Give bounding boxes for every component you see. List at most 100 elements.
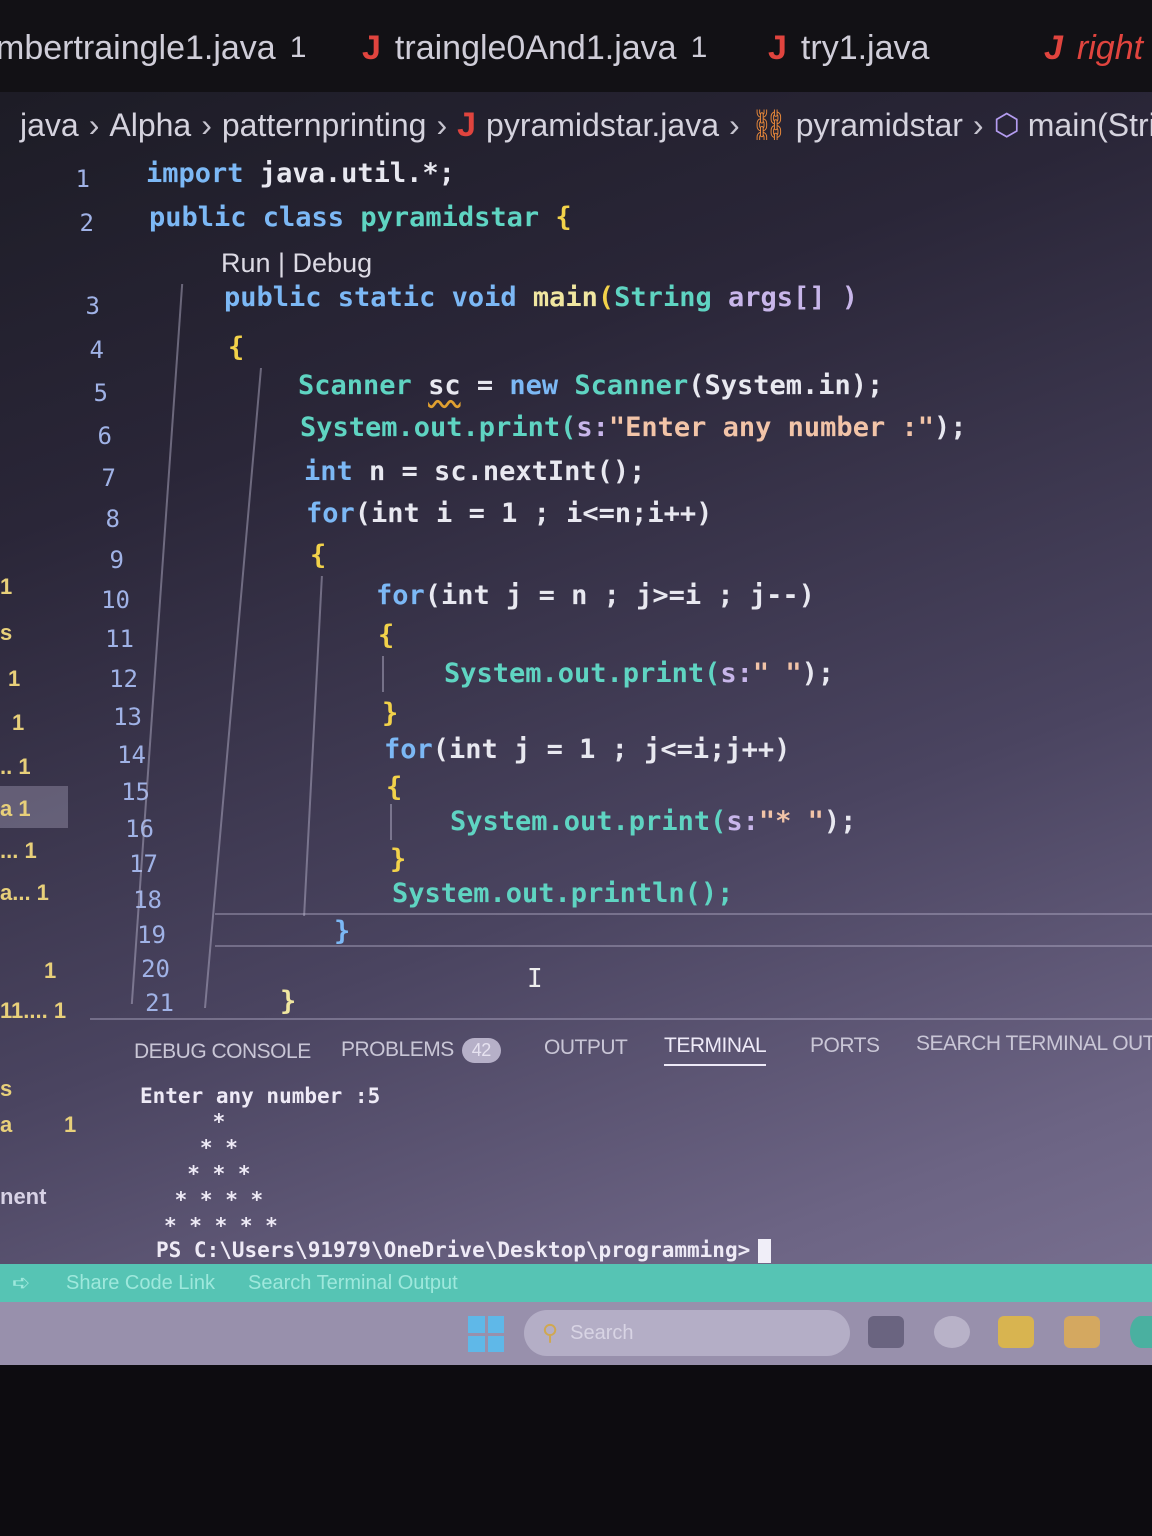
line-number: 4 (89, 336, 104, 364)
terminal-cursor (758, 1239, 772, 1263)
panel-tab-debug-console[interactable]: DEBUG CONSOLE (134, 1040, 311, 1064)
windows-start-icon[interactable] (468, 1316, 504, 1352)
search-terminal-output-link[interactable]: Search Terminal Output (248, 1272, 458, 1295)
class-icon: ⛓ (749, 108, 788, 142)
code-line-2: public class pyramidstar { (149, 202, 572, 233)
panel-tab-terminal[interactable]: TERMINAL (664, 1034, 767, 1066)
string: "* " (758, 806, 824, 837)
method-cube-icon: ⬡ (993, 108, 1020, 142)
sidebar-item[interactable]: s (0, 1076, 12, 1102)
prompt-path: PS C:\Users\91979\OneDrive\Desktop\progr… (156, 1238, 751, 1262)
breadcrumb-item[interactable]: Alpha (109, 107, 191, 144)
breadcrumb-item[interactable]: java (20, 107, 79, 144)
code-line-15: { (386, 772, 403, 803)
status-bar: ➪ Share Code Link Search Terminal Output (0, 1264, 1152, 1302)
line-number: 2 (79, 209, 94, 237)
terminal-output-line: * (162, 1110, 226, 1134)
class-name: pyramidstar (360, 202, 540, 233)
taskbar-search[interactable]: ⚲ Search (524, 1310, 850, 1356)
line-number: 15 (121, 778, 150, 806)
code-text: (int j = 1 ; j<=i;j++) (432, 734, 791, 765)
code-line-5: Scanner sc = new Scanner(System.in); (298, 370, 883, 401)
keyword: public static void (224, 282, 517, 313)
panel-tab-search-terminal-output[interactable]: SEARCH TERMINAL OUTP (916, 1032, 1152, 1056)
paren: ) (825, 282, 859, 313)
terminal-output-line: Enter any number :5 (140, 1084, 381, 1108)
tab-problem-count: 1 (289, 31, 307, 64)
breadcrumb-item[interactable]: main(Stri (1028, 107, 1152, 144)
keyword: for (306, 498, 355, 529)
type: Scanner (574, 370, 689, 401)
terminal-prompt[interactable]: PS C:\Users\91979\OneDrive\Desktop\progr… (156, 1238, 772, 1263)
line-number: 20 (141, 955, 170, 983)
tab-label: try1.java (800, 28, 930, 67)
search-icon: ⚲ (542, 1320, 559, 1345)
code-editor[interactable]: 1 2 3 4 5 6 7 8 9 10 11 12 13 14 15 16 1… (0, 156, 1152, 1018)
tab-problem-count: 1 (690, 31, 708, 64)
sidebar-item[interactable]: nent (0, 1184, 46, 1210)
breadcrumb-item[interactable]: patternprinting (222, 107, 427, 144)
mouse-ibeam-cursor: I (527, 964, 543, 994)
method-name: main (532, 282, 598, 313)
file-explorer-icon[interactable] (998, 1316, 1034, 1348)
code-line-12: System.out.print(s:" "); (444, 658, 834, 689)
share-code-link[interactable]: Share Code Link (66, 1272, 215, 1295)
line-number: 7 (101, 464, 116, 492)
keyword: for (384, 734, 433, 765)
terminal-output-line: * * * * (162, 1188, 264, 1212)
indent-guide (382, 656, 384, 692)
line-number: 19 (137, 921, 166, 949)
param-hint: s: (726, 806, 759, 837)
tab-try1[interactable]: J try1.java (768, 22, 929, 74)
code-text: n = sc.nextInt(); (352, 456, 646, 487)
chevron-right-icon: › (972, 106, 984, 143)
code-line-14: for(int j = 1 ; j<=i;j++) (384, 734, 790, 765)
line-number: 8 (105, 505, 120, 533)
panel-tab-output[interactable]: OUTPUT (544, 1036, 628, 1060)
code-line-16: System.out.print(s:"* "); (450, 806, 856, 837)
param-hint: s: (720, 658, 753, 689)
chevron-right-icon: › (436, 106, 448, 143)
run-debug-codelens[interactable]: Run | Debug (221, 248, 372, 279)
param: args[] (727, 282, 826, 313)
keyword: public class (149, 202, 345, 233)
indent-guide (390, 804, 392, 840)
tab-numbertraingle1[interactable]: mbertraingle1.java 1 (0, 22, 306, 74)
code-text: System.out.print( (300, 412, 577, 443)
chevron-right-icon: › (201, 106, 212, 143)
param-hint: s: (576, 412, 609, 443)
code-line-4: { (228, 332, 245, 363)
variable-warning: sc (428, 370, 461, 401)
breadcrumb-item[interactable]: pyramidstar.java (486, 107, 719, 144)
task-view-icon[interactable] (868, 1316, 904, 1348)
line-number: 1 (75, 165, 90, 193)
monitor-bezel (0, 1365, 1152, 1536)
code-line-1: import java.util.*; (146, 158, 455, 189)
type: String (614, 282, 712, 313)
chevron-right-icon: › (88, 106, 100, 143)
current-line-highlight (215, 913, 1152, 947)
panel-tab-problems[interactable]: PROBLEMS 42 (341, 1038, 501, 1063)
keyword: import (146, 158, 244, 189)
code-text: (System.in); (688, 370, 884, 401)
code-line-19: } (334, 916, 351, 947)
string: " " (752, 658, 802, 689)
code-text: ); (823, 806, 857, 837)
tab-traingle0and1[interactable]: J traingle0And1.java 1 (362, 22, 707, 74)
line-number: 18 (133, 886, 162, 914)
indent-guide (204, 368, 262, 1008)
keyword: for (376, 580, 425, 611)
line-number: 6 (97, 422, 112, 450)
code-line-10: for(int j = n ; j>=i ; j--) (376, 580, 815, 611)
chat-icon[interactable] (934, 1316, 970, 1348)
breadcrumb-item[interactable]: pyramidstar (796, 107, 963, 144)
edge-icon[interactable] (1130, 1316, 1152, 1348)
sidebar-item[interactable]: 1 (64, 1112, 76, 1138)
code-line-17: } (390, 844, 407, 875)
code-line-18: System.out.println(); (392, 878, 734, 909)
sidebar-item[interactable]: a (0, 1112, 12, 1138)
code-text: (int i = 1 ; i<=n;i++) (354, 498, 713, 529)
tab-right[interactable]: J right (1044, 22, 1143, 74)
store-icon[interactable] (1064, 1316, 1100, 1348)
panel-tab-ports[interactable]: PORTS (810, 1034, 880, 1058)
